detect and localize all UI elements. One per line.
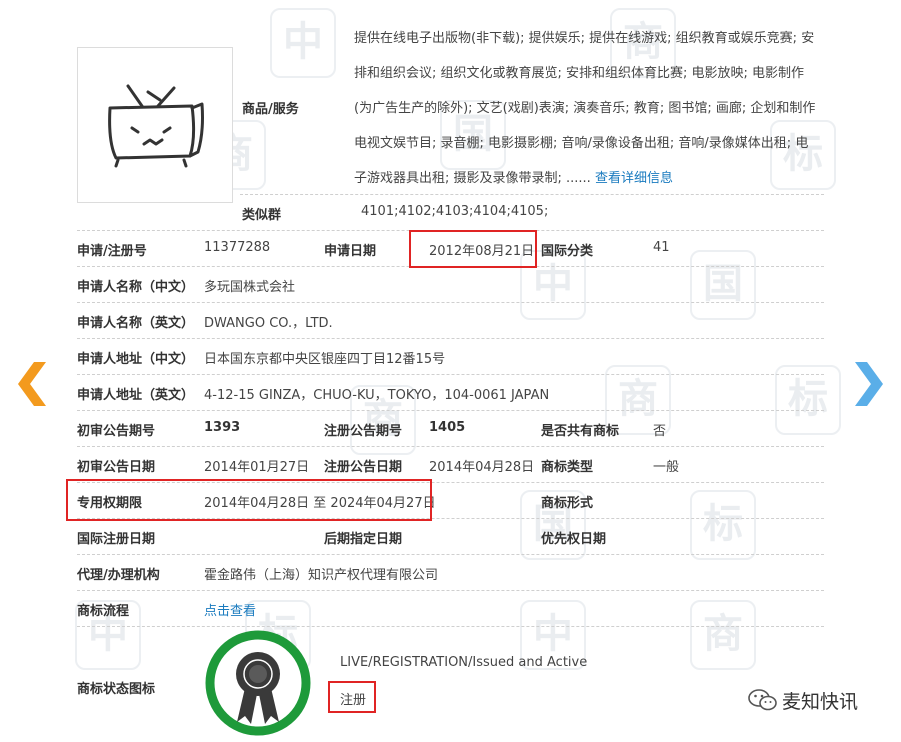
- status-highlight: [328, 681, 376, 713]
- similar-group-value: 4101;4102;4103;4104;4105;: [361, 204, 549, 219]
- divider: [77, 554, 824, 555]
- prelim-no-label: 初审公告期号: [77, 424, 156, 439]
- status-en: LIVE/REGISTRATION/Issued and Active: [340, 655, 588, 670]
- shared-label: 是否共有商标: [541, 424, 620, 439]
- watermark-tile: 国: [690, 250, 756, 320]
- wechat-label: 麦知快讯: [782, 690, 859, 713]
- process-link[interactable]: 点击查看: [204, 600, 256, 619]
- reg-no-value: 11377288: [204, 240, 271, 255]
- intl-class-value: 41: [653, 240, 670, 255]
- reg-notice-no-value: 1405: [429, 420, 466, 435]
- next-arrow-icon[interactable]: [853, 362, 883, 406]
- agent-label: 代理/办理机构: [77, 568, 160, 583]
- divider: [77, 626, 824, 627]
- address-cn-value: 日本国东京都中央区银座四丁目12番15号: [204, 352, 446, 367]
- reg-notice-no-label: 注册公告期号: [324, 424, 403, 439]
- watermark-tile: 商: [690, 600, 756, 670]
- prelim-date-value: 2014年01月27日: [204, 460, 310, 475]
- similar-group-label: 类似群: [242, 208, 282, 223]
- prev-arrow-icon[interactable]: [18, 362, 48, 406]
- address-cn-label: 申请人地址（中文）: [77, 352, 195, 367]
- shared-value: 否: [653, 424, 667, 439]
- prelim-date-label: 初审公告日期: [77, 460, 156, 475]
- address-en-value: 4-12-15 GINZA，CHUO-KU，TOKYO，104-0061 JAP…: [204, 388, 550, 403]
- status-label: 商标状态图标: [77, 682, 156, 697]
- apply-date-label: 申请日期: [324, 244, 377, 259]
- divider: [77, 410, 824, 411]
- watermark-tile: 中: [270, 8, 336, 78]
- divider: [77, 590, 824, 591]
- watermark-tile: 标: [690, 490, 756, 560]
- tv-logo-icon: [108, 84, 204, 168]
- priority-date-label: 优先权日期: [541, 532, 607, 547]
- applicant-cn-label: 申请人名称（中文）: [77, 280, 195, 295]
- award-badge-icon: [205, 630, 311, 736]
- applicant-cn-value: 多玩国株式会社: [204, 280, 296, 295]
- tm-type-value: 一般: [653, 460, 680, 475]
- tm-form-label: 商标形式: [541, 496, 594, 511]
- later-date-label: 后期指定日期: [324, 532, 403, 547]
- reg-notice-date-label: 注册公告日期: [324, 460, 403, 475]
- divider: [77, 302, 824, 303]
- prelim-no-value: 1393: [204, 420, 241, 435]
- intl-class-label: 国际分类: [541, 244, 594, 259]
- trademark-image: [77, 47, 233, 203]
- process-label: 商标流程: [77, 604, 130, 619]
- agent-value: 霍金路伟（上海）知识产权代理有限公司: [204, 568, 439, 583]
- divider: [77, 338, 824, 339]
- tm-type-label: 商标类型: [541, 460, 594, 475]
- goods-label: 商品/服务: [242, 102, 299, 117]
- goods-list: 提供在线电子出版物(非下载); 提供娱乐; 提供在线游戏; 组织教育或娱乐竞赛;…: [354, 21, 820, 196]
- intl-reg-date-label: 国际注册日期: [77, 532, 156, 547]
- exclusive-highlight: [66, 479, 432, 521]
- address-en-label: 申请人地址（英文）: [77, 388, 195, 403]
- divider: [240, 194, 824, 195]
- watermark-tile: 标: [775, 365, 841, 435]
- apply-date-highlight: [409, 230, 537, 268]
- divider: [77, 446, 824, 447]
- divider: [77, 374, 824, 375]
- wechat-icon: [748, 689, 777, 711]
- reg-notice-date-value: 2014年04月28日: [429, 460, 535, 475]
- reg-no-label: 申请/注册号: [77, 244, 147, 259]
- applicant-en-label: 申请人名称（英文）: [77, 316, 195, 331]
- applicant-en-value: DWANGO CO.，LTD.: [204, 316, 333, 331]
- goods-detail-link[interactable]: 查看详细信息: [595, 171, 673, 186]
- wechat-watermark: 麦知快讯: [748, 687, 858, 713]
- goods-text: 提供在线电子出版物(非下载); 提供娱乐; 提供在线游戏; 组织教育或娱乐竞赛;…: [354, 31, 816, 186]
